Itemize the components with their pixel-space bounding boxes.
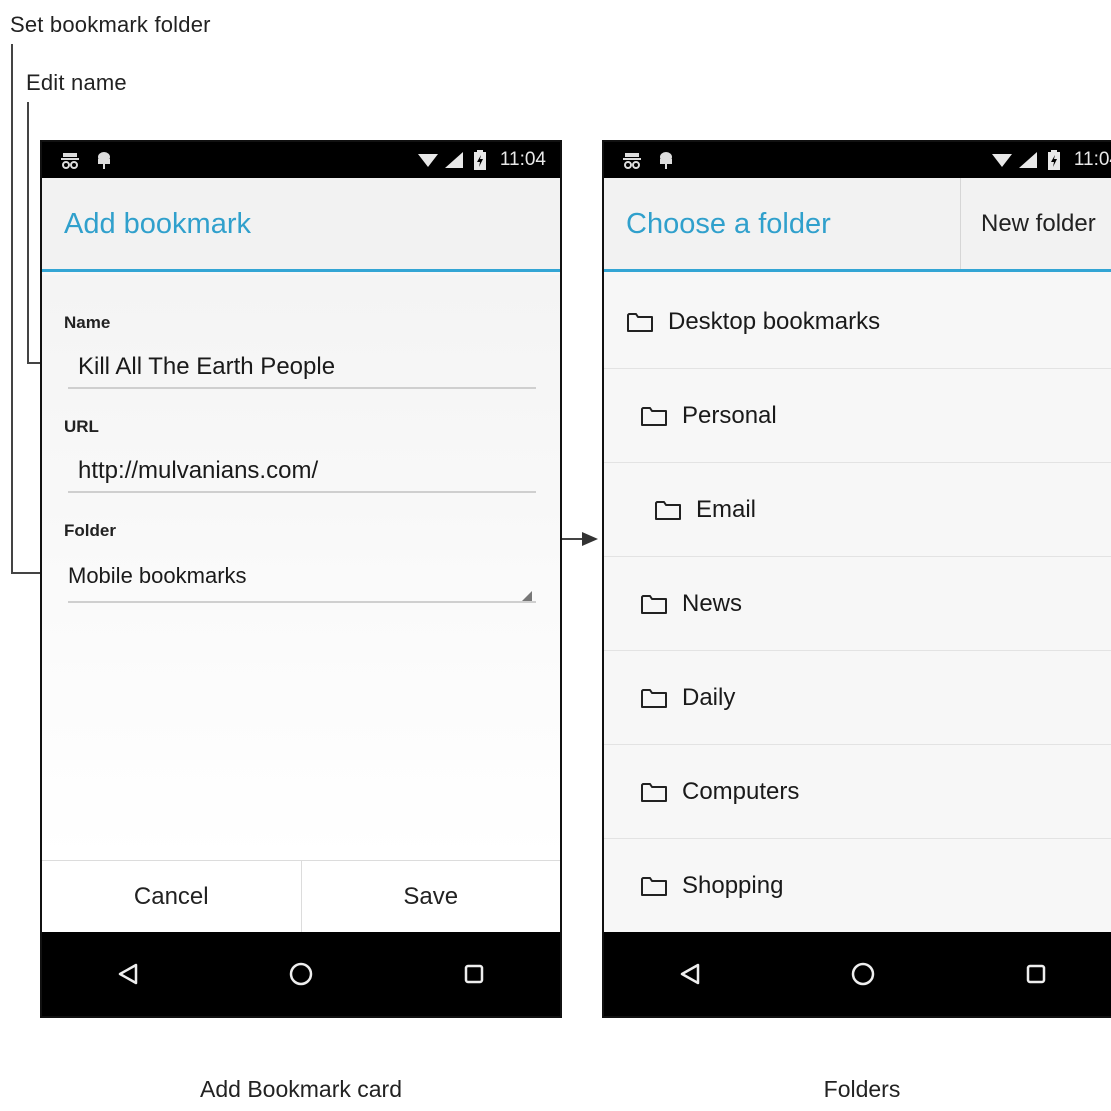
android-debug-icon xyxy=(94,149,114,171)
app-bar: Add bookmark xyxy=(42,178,560,272)
name-field-underline xyxy=(68,387,536,389)
folder-select-underline xyxy=(68,601,536,603)
folder-list: Desktop bookmarks Personal Email News Daily C… xyxy=(604,275,1111,932)
add-bookmark-screen: 11:04 Add bookmark Name Kill All The Ear… xyxy=(40,140,562,1018)
back-icon[interactable] xyxy=(660,944,720,1004)
cancel-button[interactable]: Cancel xyxy=(42,861,301,932)
folder-icon xyxy=(640,593,670,615)
folder-icon xyxy=(640,781,670,803)
page-title: Add bookmark xyxy=(64,208,251,240)
folder-item[interactable]: Computers xyxy=(604,745,1111,839)
incognito-icon xyxy=(60,149,80,171)
folder-item[interactable]: News xyxy=(604,557,1111,651)
url-field-underline xyxy=(68,491,536,493)
folder-item[interactable]: Personal xyxy=(604,369,1111,463)
folder-item-label: Desktop bookmarks xyxy=(668,307,881,335)
signal-icon xyxy=(1018,149,1038,171)
name-field[interactable]: Kill All The Earth People xyxy=(78,353,335,381)
folder-item-label: Shopping xyxy=(682,871,784,899)
folder-icon xyxy=(626,311,656,333)
folder-select[interactable]: Mobile bookmarks xyxy=(68,563,247,589)
status-time: 11:04 xyxy=(499,149,546,170)
app-bar: Choose a folder New folder xyxy=(604,178,1111,272)
folder-item[interactable]: Shopping xyxy=(604,839,1111,932)
page-title: Choose a folder xyxy=(626,208,831,240)
folder-item-label: Personal xyxy=(682,401,777,429)
save-button[interactable]: Save xyxy=(300,861,561,932)
new-folder-button[interactable]: New folder xyxy=(960,178,1111,269)
dialog-button-bar: Cancel Save xyxy=(42,860,560,932)
android-debug-icon xyxy=(656,149,676,171)
folder-item-label: Email xyxy=(696,495,757,523)
folder-item[interactable]: Desktop bookmarks xyxy=(604,275,1111,369)
wifi-icon xyxy=(417,149,438,171)
navigation-bar xyxy=(42,932,560,1016)
folder-item-label: Daily xyxy=(682,683,736,711)
url-field[interactable]: http://mulvanians.com/ xyxy=(78,457,318,485)
status-bar: 11:04 xyxy=(604,142,1111,178)
folder-icon xyxy=(654,499,684,521)
transition-arrow-head xyxy=(582,532,598,546)
status-time: 11:04 xyxy=(1073,149,1111,170)
folder-icon xyxy=(640,875,670,897)
battery-charging-icon xyxy=(470,149,490,171)
home-icon[interactable] xyxy=(271,944,331,1004)
folder-item-label: News xyxy=(682,589,743,617)
name-label: Name xyxy=(64,313,111,332)
recents-icon[interactable] xyxy=(1006,944,1066,1004)
navigation-bar xyxy=(604,932,1111,1016)
home-icon[interactable] xyxy=(833,944,893,1004)
callout-set-bookmark-folder: Set bookmark folder xyxy=(10,12,211,37)
folder-item[interactable]: Email xyxy=(604,463,1111,557)
wifi-icon xyxy=(991,149,1012,171)
folder-item[interactable]: Daily xyxy=(604,651,1111,745)
choose-folder-screen: 11:04 Choose a folder New folder Desktop… xyxy=(602,140,1111,1018)
leader-line-name-vertical xyxy=(27,102,29,364)
caption-add-bookmark: Add Bookmark card xyxy=(200,1076,402,1102)
leader-line-folder-vertical xyxy=(11,44,13,574)
folder-icon xyxy=(640,687,670,709)
folder-item-label: Computers xyxy=(682,777,800,805)
back-icon[interactable] xyxy=(98,944,158,1004)
url-label: URL xyxy=(64,417,99,436)
folder-label: Folder xyxy=(64,521,116,540)
incognito-icon xyxy=(622,149,642,171)
recents-icon[interactable] xyxy=(444,944,504,1004)
signal-icon xyxy=(444,149,464,171)
callout-edit-name: Edit name xyxy=(26,70,127,95)
battery-charging-icon xyxy=(1044,149,1064,171)
status-bar: 11:04 xyxy=(42,142,560,178)
folder-icon xyxy=(640,405,670,427)
caption-folders: Folders xyxy=(823,1076,901,1102)
bookmark-form: Name Kill All The Earth People URL http:… xyxy=(42,275,560,860)
